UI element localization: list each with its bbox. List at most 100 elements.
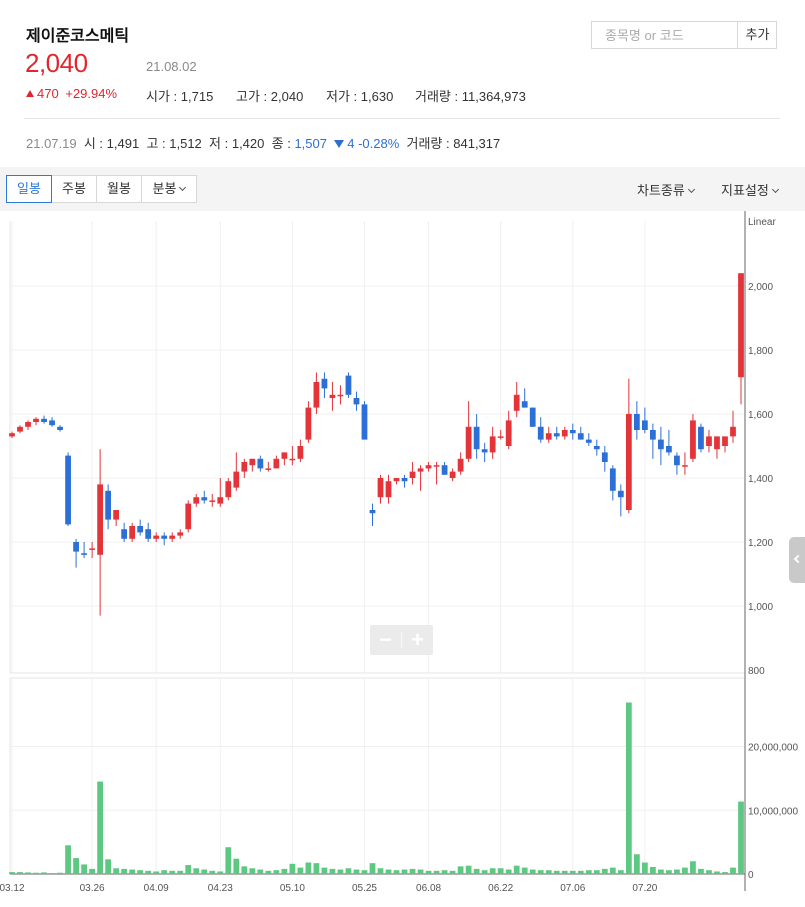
search-input[interactable]	[592, 22, 737, 48]
previous-change: 4 -0.28%	[334, 136, 399, 151]
volume-bar	[337, 869, 344, 874]
candle-body	[273, 458, 280, 469]
price-tick-label: 2,000	[748, 282, 773, 293]
zoom-in-button[interactable]: +	[402, 625, 433, 655]
candle-body	[449, 471, 456, 478]
volume-bar	[449, 870, 456, 874]
candle-body	[257, 458, 264, 469]
volume-bar	[105, 859, 112, 874]
candle-body	[209, 500, 216, 502]
x-tick-label: 03.12	[0, 883, 25, 894]
candle-body	[129, 526, 136, 539]
candle-body	[169, 535, 176, 539]
chart-toolbar: 일봉 주봉 월봉 분봉 차트종류 지표설정	[0, 167, 805, 211]
open-stat: 시가 : 1,715	[146, 89, 214, 104]
volume-bar	[313, 863, 320, 874]
volume-bar	[177, 870, 184, 874]
volume-bar	[481, 870, 488, 874]
volume-bar	[305, 862, 312, 874]
side-panel-toggle[interactable]	[789, 537, 805, 583]
zoom-out-button[interactable]: −	[370, 625, 401, 655]
candle-body	[401, 478, 408, 482]
volume-bar	[25, 872, 31, 874]
candle-body	[49, 420, 55, 426]
chart-type-button[interactable]: 차트종류	[637, 180, 695, 199]
candle-body	[217, 497, 224, 504]
volume-bar	[17, 872, 23, 874]
candle-body	[593, 446, 600, 450]
volume-bar	[401, 869, 408, 874]
volume-bar	[225, 847, 232, 874]
volume-bar	[609, 867, 616, 874]
candle-body	[633, 414, 640, 430]
candle-body	[17, 426, 23, 432]
candle-body	[57, 426, 63, 430]
volume-bar	[329, 868, 336, 874]
tab-monthly[interactable]: 월봉	[96, 175, 142, 203]
candle-body	[65, 455, 71, 525]
volume-bar	[730, 867, 736, 874]
candle-body	[722, 436, 728, 446]
volume-bar	[145, 870, 152, 874]
candle-body	[121, 529, 128, 539]
candle-body	[497, 436, 504, 438]
stock-name: 제이준코스메틱	[26, 28, 130, 45]
volume-bar	[633, 854, 640, 874]
tab-weekly[interactable]: 주봉	[51, 175, 97, 203]
add-button[interactable]: 추가	[737, 22, 777, 48]
volume-bar	[129, 869, 136, 874]
volume-bar	[601, 868, 608, 874]
price-change: 470 +29.94%	[26, 86, 117, 101]
volume-bar	[489, 868, 496, 874]
x-tick-label: 04.23	[208, 883, 233, 894]
candle-body	[513, 394, 520, 411]
stock-chart[interactable]: 03.12 03.26 04.09 04.23 05.10 05.25 06.08 06.22…	[0, 211, 805, 907]
volume-bar	[537, 870, 544, 874]
volume-bar	[137, 870, 144, 874]
volume-bar	[265, 870, 272, 874]
volume-bar	[201, 869, 208, 874]
candle-body	[417, 468, 424, 472]
tab-daily[interactable]: 일봉	[6, 175, 52, 203]
candle-body	[9, 433, 15, 437]
x-tick-label: 07.06	[560, 883, 585, 894]
volume-bar	[722, 872, 728, 874]
volume-bar	[321, 867, 328, 874]
chevron-down-icon	[687, 185, 695, 194]
candle-body	[225, 481, 232, 498]
volume-bar	[674, 869, 680, 874]
candle-body	[433, 465, 440, 467]
volume-bar	[714, 871, 720, 874]
previous-date: 21.07.19	[26, 136, 77, 151]
candle-body	[698, 426, 704, 450]
volume-bar	[81, 864, 87, 874]
candle-body	[738, 273, 744, 378]
candle-body	[161, 535, 168, 539]
tab-minute[interactable]: 분봉	[141, 175, 197, 203]
volume-bar	[561, 870, 568, 874]
volume-bar	[433, 870, 440, 874]
volume-bar	[529, 869, 536, 874]
candle-body	[377, 478, 384, 498]
candle-body	[289, 458, 296, 461]
chevron-down-icon	[771, 185, 779, 194]
candle-body	[425, 465, 432, 469]
volume-bar	[361, 870, 368, 874]
candle-body	[241, 462, 248, 472]
volume-bar	[241, 866, 248, 874]
volume-bar	[698, 868, 704, 874]
price-tick-label: 1,200	[748, 538, 773, 549]
candle-body	[337, 394, 344, 397]
volume-bar	[569, 870, 576, 874]
candle-body	[89, 548, 95, 550]
volume-bar	[345, 868, 352, 874]
indicator-settings-button[interactable]: 지표설정	[721, 180, 779, 199]
volume-bar	[353, 869, 360, 874]
candle-body	[706, 436, 712, 446]
candle-body	[505, 420, 512, 446]
divider	[24, 118, 780, 119]
candle-body	[521, 401, 528, 408]
candle-body	[658, 439, 664, 450]
candle-body	[601, 452, 608, 462]
candle-body	[25, 422, 31, 427]
